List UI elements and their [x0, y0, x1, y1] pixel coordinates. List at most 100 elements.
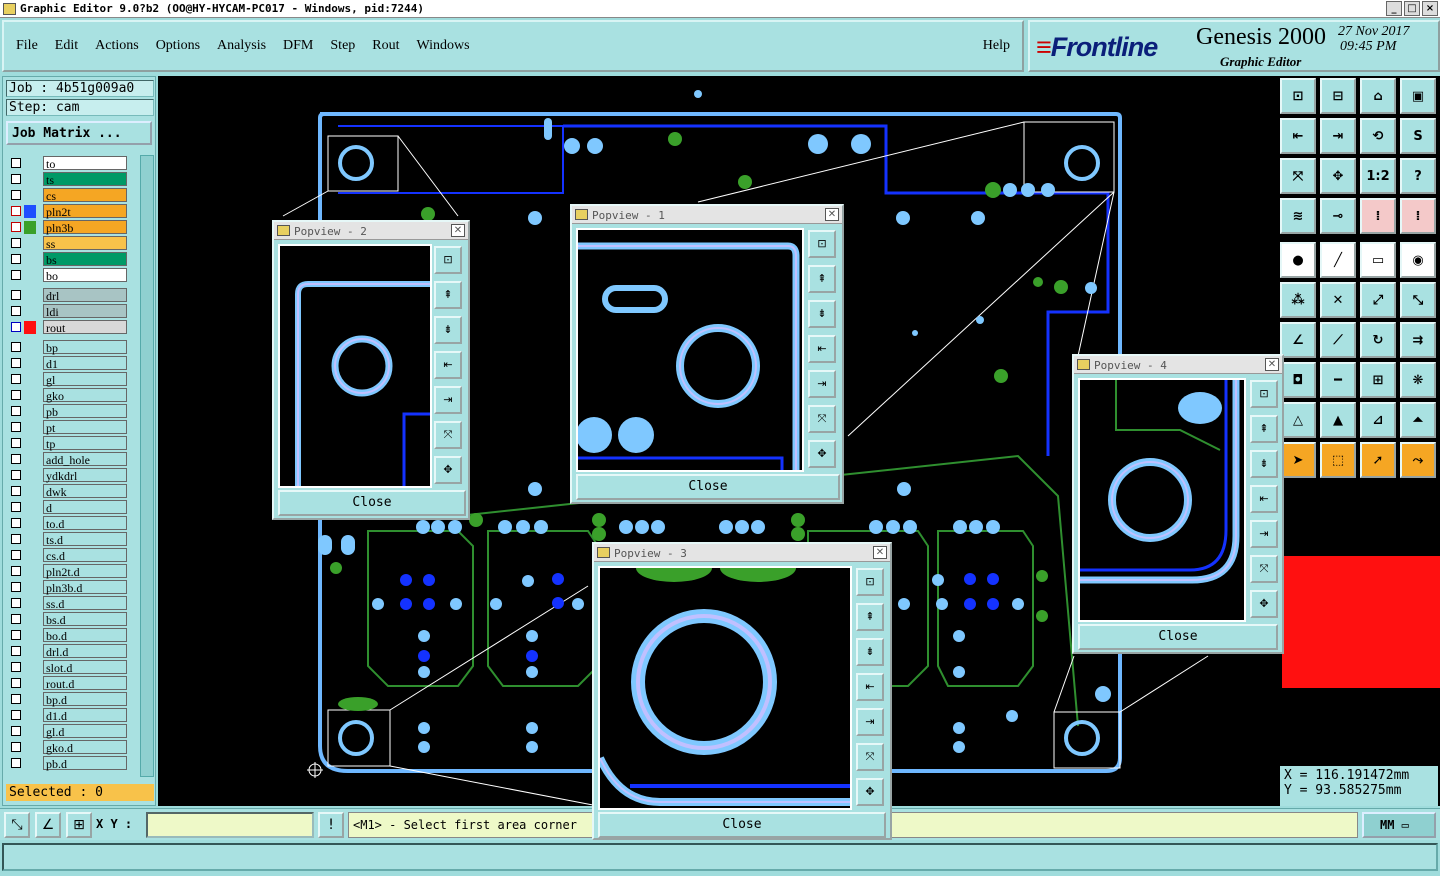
- layer-name[interactable]: to.d: [43, 516, 127, 531]
- grid-icon[interactable]: ⊞: [66, 812, 92, 838]
- scale-button[interactable]: 1:2: [1360, 158, 1396, 194]
- snap-icon[interactable]: S: [1400, 118, 1436, 154]
- popview-4-close-button[interactable]: Close: [1078, 624, 1278, 650]
- layer-list-scrollbar[interactable]: [140, 155, 154, 777]
- popview-up-icon[interactable]: ⇞: [1250, 415, 1278, 443]
- layer-row[interactable]: pln3b.d: [8, 579, 130, 595]
- menu-options[interactable]: Options: [156, 38, 200, 54]
- popview-2-view[interactable]: [278, 244, 432, 488]
- pad-snap-icon[interactable]: ◘: [1280, 362, 1316, 398]
- layer-row[interactable]: pln2t.d: [8, 563, 130, 579]
- layer-checkbox[interactable]: [11, 678, 21, 688]
- layer-name[interactable]: gl: [43, 372, 127, 387]
- layer-row[interactable]: to.d: [8, 515, 130, 531]
- net-compare-icon[interactable]: ⁞: [1400, 198, 1436, 234]
- layer-checkbox[interactable]: [11, 254, 21, 264]
- menu-dfm[interactable]: DFM: [283, 38, 313, 54]
- layer-name[interactable]: ts: [43, 172, 127, 187]
- popview-zoom-fit-icon[interactable]: ⊡: [434, 246, 462, 274]
- layer-name[interactable]: ss.d: [43, 596, 127, 611]
- zoom-area-icon[interactable]: ⤡: [4, 812, 30, 838]
- menu-actions[interactable]: Actions: [95, 38, 139, 54]
- layer-checkbox[interactable]: [11, 406, 21, 416]
- layer-name[interactable]: gko: [43, 388, 127, 403]
- layer-name[interactable]: rout.d: [43, 676, 127, 691]
- arc-icon[interactable]: ↻: [1360, 322, 1396, 358]
- home-icon[interactable]: ⌂: [1360, 78, 1396, 114]
- layer-name[interactable]: ts.d: [43, 532, 127, 547]
- layer-name[interactable]: pb.d: [43, 756, 127, 771]
- layer-row[interactable]: add_hole: [8, 451, 130, 467]
- layer-checkbox[interactable]: [11, 190, 21, 200]
- select-box-icon[interactable]: ⬚: [1320, 442, 1356, 478]
- layer-name[interactable]: d: [43, 500, 127, 515]
- layer-name[interactable]: bp: [43, 340, 127, 355]
- layer-name[interactable]: to: [43, 156, 127, 171]
- layer-checkbox[interactable]: [11, 582, 21, 592]
- layer-row[interactable]: d: [8, 499, 130, 515]
- popview-left-icon[interactable]: ⇤: [434, 351, 462, 379]
- popview-zoom-out-icon[interactable]: ✥: [1250, 590, 1278, 618]
- move-pad-icon[interactable]: ⤢: [1360, 282, 1396, 318]
- layer-checkbox[interactable]: [11, 502, 21, 512]
- layer-row[interactable]: bo.d: [8, 627, 130, 643]
- layer-checkbox[interactable]: [11, 518, 21, 528]
- fit-screen-icon[interactable]: ⤧: [1280, 158, 1316, 194]
- net-icon[interactable]: ⁞: [1360, 198, 1396, 234]
- layer-checkbox[interactable]: [11, 454, 21, 464]
- popview-down-icon[interactable]: ⇟: [434, 316, 462, 344]
- layer-checkbox[interactable]: [11, 422, 21, 432]
- popview-2-close-button[interactable]: Close: [278, 490, 466, 516]
- job-matrix-button[interactable]: Job Matrix ...: [6, 121, 152, 145]
- move-line-icon[interactable]: ⤡: [1400, 282, 1436, 318]
- layer-checkbox[interactable]: [11, 290, 21, 300]
- info-icon[interactable]: !: [318, 812, 344, 838]
- layer-checkbox[interactable]: [11, 742, 21, 752]
- popview-right-icon[interactable]: ⇥: [856, 708, 884, 736]
- layer-row[interactable]: to: [8, 155, 130, 171]
- layer-row[interactable]: ydkdrl: [8, 467, 130, 483]
- measure-area-icon[interactable]: ∠: [35, 812, 61, 838]
- popview-3-close-x[interactable]: ✕: [873, 546, 887, 559]
- select-net-icon[interactable]: ➚: [1360, 442, 1396, 478]
- popview-4-close-x[interactable]: ✕: [1265, 358, 1279, 371]
- layer-row[interactable]: d1.d: [8, 707, 130, 723]
- layer-row[interactable]: d1: [8, 355, 130, 371]
- layer-name[interactable]: rout: [43, 320, 127, 335]
- select-icon[interactable]: ➤: [1280, 442, 1316, 478]
- triangle-c-icon[interactable]: ⊿: [1360, 402, 1396, 438]
- popview-zoom-fit-icon[interactable]: ⊡: [808, 230, 836, 258]
- layer-name[interactable]: bp.d: [43, 692, 127, 707]
- popview-1-close-x[interactable]: ✕: [825, 208, 839, 221]
- triangle-b-icon[interactable]: ▲: [1320, 402, 1356, 438]
- layer-row[interactable]: drl.d: [8, 643, 130, 659]
- open-job-icon[interactable]: ⊡: [1280, 78, 1316, 114]
- layer-name[interactable]: pb: [43, 404, 127, 419]
- menu-help[interactable]: Help: [983, 38, 1010, 54]
- layer-name[interactable]: bo.d: [43, 628, 127, 643]
- popview-down-icon[interactable]: ⇟: [856, 638, 884, 666]
- layer-row[interactable]: gl.d: [8, 723, 130, 739]
- layer-checkbox[interactable]: [11, 374, 21, 384]
- flip-icon[interactable]: ⟲: [1360, 118, 1396, 154]
- popview-up-icon[interactable]: ⇞: [434, 281, 462, 309]
- window-icon[interactable]: ▣: [1400, 78, 1436, 114]
- triangle-a-icon[interactable]: △: [1280, 402, 1316, 438]
- menu-analysis[interactable]: Analysis: [217, 38, 266, 54]
- popview-zoom-fit-icon[interactable]: ⊡: [856, 568, 884, 596]
- layer-checkbox[interactable]: [11, 758, 21, 768]
- layer-name[interactable]: gko.d: [43, 740, 127, 755]
- menu-step[interactable]: Step: [330, 38, 355, 54]
- layer-name[interactable]: tp: [43, 436, 127, 451]
- zoom-left-icon[interactable]: ⇤: [1280, 118, 1316, 154]
- layer-name[interactable]: d1: [43, 356, 127, 371]
- layer-row[interactable]: ts.d: [8, 531, 130, 547]
- layer-row[interactable]: gko: [8, 387, 130, 403]
- layer-name[interactable]: pln3b.d: [43, 580, 127, 595]
- layer-checkbox[interactable]: [11, 306, 21, 316]
- popview-zoom-in-icon[interactable]: ⤧: [434, 421, 462, 449]
- layer-name[interactable]: dwk: [43, 484, 127, 499]
- layer-row[interactable]: cs: [8, 187, 130, 203]
- layer-checkbox[interactable]: [11, 322, 21, 332]
- xy-input[interactable]: [146, 812, 314, 838]
